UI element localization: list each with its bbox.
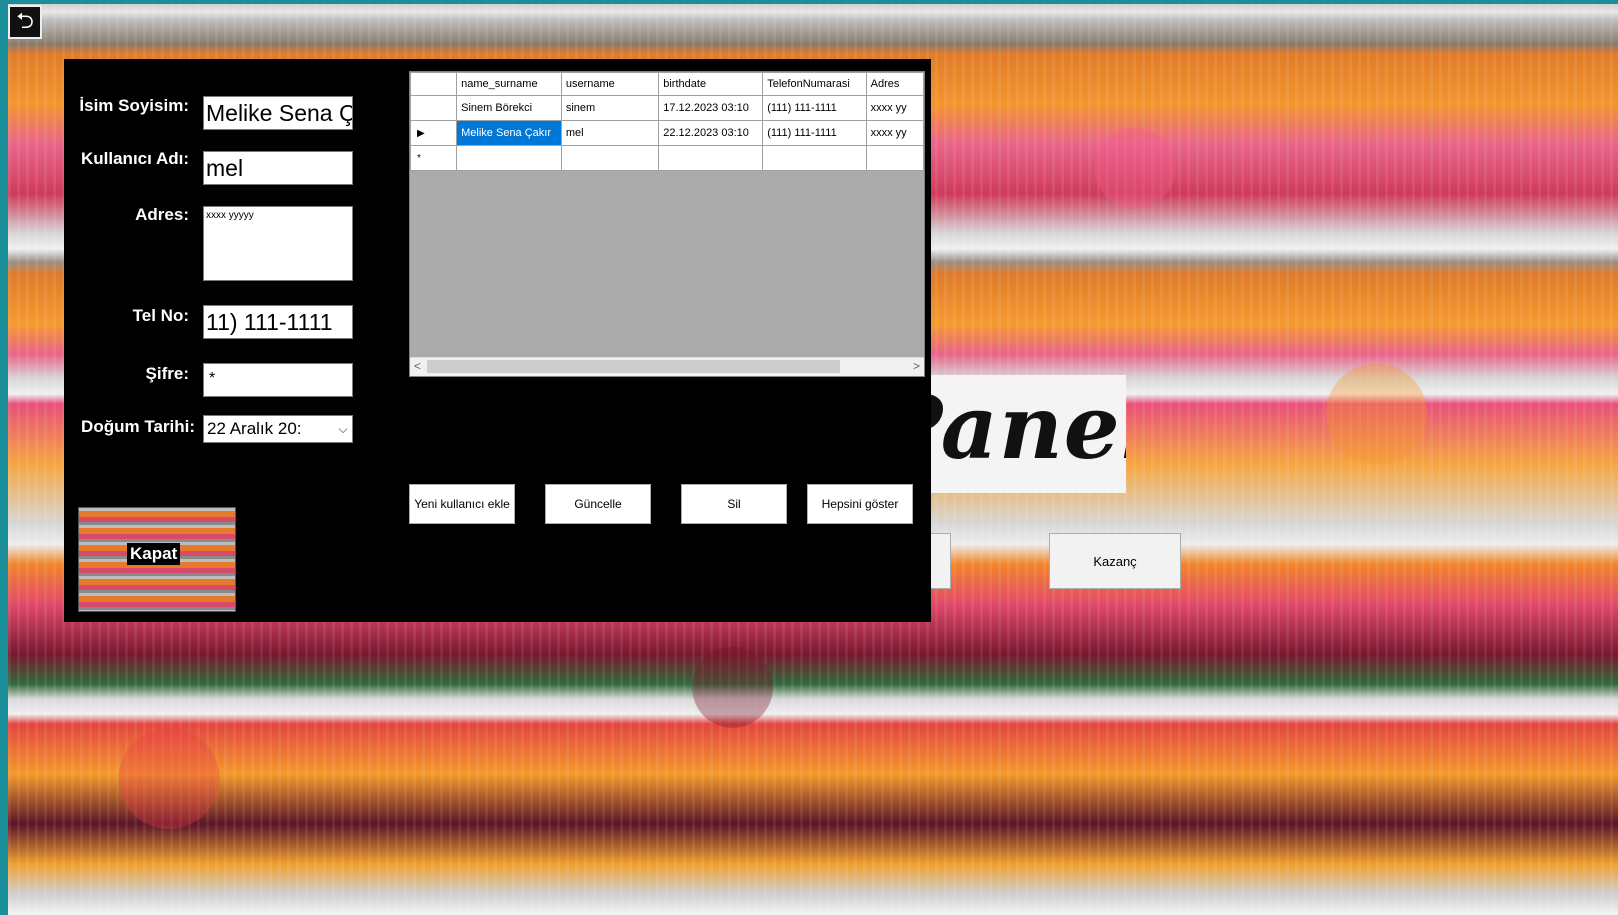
table-cell[interactable]: mel (560, 120, 660, 146)
table-cell[interactable] (762, 145, 867, 171)
table-cell[interactable]: 17.12.2023 03:10 (658, 95, 764, 121)
column-header[interactable]: username (560, 72, 660, 96)
chevron-down-icon[interactable]: ⌵ (336, 416, 350, 442)
table-cell[interactable] (560, 145, 660, 171)
username-label: Kullanıcı Adı: (81, 149, 189, 168)
show-all-button[interactable]: Hepsini göster (807, 484, 913, 524)
birthdate-label: Doğum Tarihi: (81, 417, 195, 436)
column-header[interactable]: birthdate (658, 72, 764, 96)
table-cell[interactable]: xxxx yy (865, 120, 924, 146)
restore-window-icon: ⮌ (16, 8, 34, 33)
birthdate-value: 22 Aralık 20: (207, 419, 302, 438)
table-cell[interactable]: xxxx yy (865, 95, 924, 121)
birthdate-picker[interactable]: 22 Aralık 20: ⌵ (203, 415, 353, 443)
address-textarea[interactable]: xxxx yyyyy (203, 206, 353, 281)
row-indicator[interactable] (410, 95, 458, 121)
phone-input[interactable]: 11) 111-1111 (203, 305, 353, 339)
name-label: İsim Soyisim: (79, 96, 189, 115)
scroll-left-icon[interactable]: < (414, 359, 421, 373)
users-table: name_surname username birthdate TelefonN… (410, 72, 924, 171)
table-cell[interactable]: 22.12.2023 03:10 (658, 120, 764, 146)
table-cell[interactable]: sinem (560, 95, 660, 121)
table-cell[interactable]: (111) 111-1111 (762, 120, 867, 146)
restore-window-button[interactable]: ⮌ (8, 5, 42, 39)
user-form-panel: İsim Soyisim: Melike Sena Ç Kullanıcı Ad… (64, 59, 931, 622)
panel-logo: Panel (918, 375, 1126, 493)
column-header[interactable]: name_surname (456, 72, 562, 96)
add-user-button[interactable]: Yeni kullanıcı ekle (409, 484, 515, 524)
table-cell[interactable] (865, 145, 924, 171)
column-header[interactable]: Adres (865, 72, 924, 96)
password-label: Şifre: (145, 364, 189, 383)
table-cell[interactable] (456, 145, 562, 171)
username-input[interactable]: mel (203, 151, 353, 185)
close-button[interactable]: Kapat (78, 507, 236, 612)
table-row[interactable]: Sinem Börekci sinem 17.12.2023 03:10 (11… (410, 95, 924, 121)
phone-label: Tel No: (132, 306, 189, 325)
table-row[interactable]: ▶ Melike Sena Çakır mel 22.12.2023 03:10… (410, 120, 924, 146)
table-cell[interactable]: Sinem Börekci (456, 95, 562, 121)
table-cell[interactable] (658, 145, 764, 171)
hidden-button-stub[interactable] (930, 533, 951, 589)
table-cell-selected[interactable]: Melike Sena Çakır (456, 120, 562, 146)
table-header-row: name_surname username birthdate TelefonN… (410, 72, 924, 96)
row-indicator[interactable]: * (410, 145, 458, 171)
panel-logo-text: Panel (918, 375, 1126, 479)
kazanc-button[interactable]: Kazanç (1049, 533, 1181, 589)
horizontal-scrollbar[interactable]: < > (410, 357, 924, 376)
name-input[interactable]: Melike Sena Ç (203, 96, 353, 130)
delete-button[interactable]: Sil (681, 484, 787, 524)
column-header[interactable]: TelefonNumarasi (762, 72, 867, 96)
scroll-right-icon[interactable]: > (913, 359, 920, 373)
users-data-grid[interactable]: name_surname username birthdate TelefonN… (409, 71, 925, 377)
table-row-new[interactable]: * (410, 145, 924, 171)
update-button[interactable]: Güncelle (545, 484, 651, 524)
scrollbar-thumb[interactable] (427, 360, 840, 373)
row-header-corner (410, 72, 458, 96)
password-input[interactable]: * (203, 363, 353, 397)
row-indicator[interactable]: ▶ (410, 120, 458, 146)
address-label: Adres: (135, 205, 189, 224)
close-button-label: Kapat (127, 543, 181, 565)
table-cell[interactable]: (111) 111-1111 (762, 95, 867, 121)
